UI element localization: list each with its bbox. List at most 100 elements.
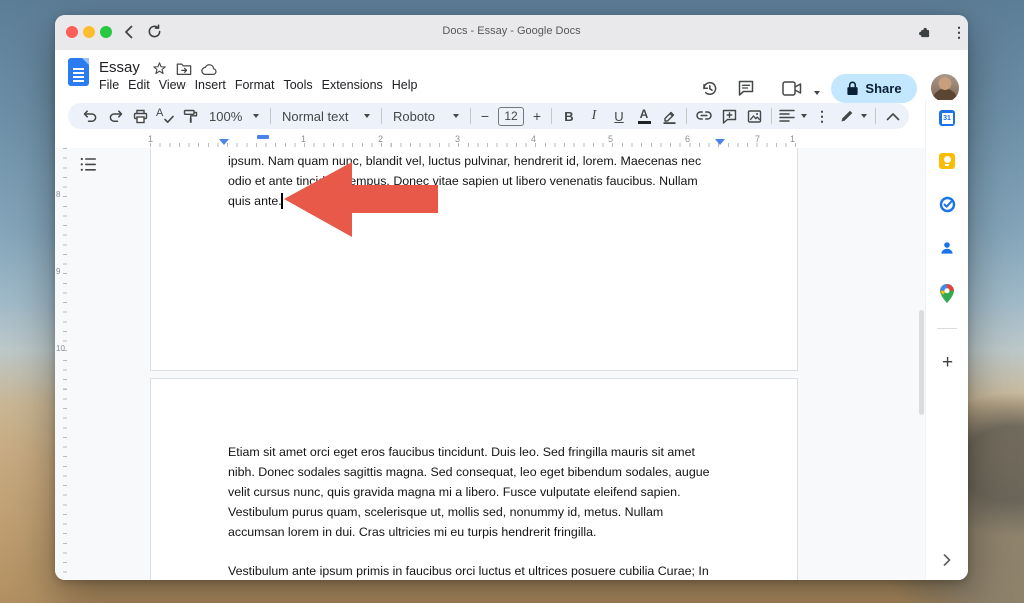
vruler-number: 9	[56, 267, 60, 276]
insert-image-button[interactable]	[742, 104, 766, 128]
chevron-down-icon	[364, 114, 370, 118]
menu-extensions[interactable]: Extensions	[322, 78, 383, 92]
ruler-number: 6	[685, 134, 690, 144]
horizontal-ruler: 1 1 2 3 4 5 6 7 1	[55, 133, 925, 148]
browser-menu-icon[interactable]: ⋮	[952, 24, 966, 40]
undo-button[interactable]	[78, 104, 102, 128]
doc-text-line: Vestibulum purus quam, scelerisque ut, m…	[228, 502, 663, 522]
highlight-color-button[interactable]	[657, 104, 681, 128]
align-button[interactable]	[777, 104, 809, 128]
vruler-number: 8	[56, 190, 60, 199]
desktop-background: Docs - Essay - Google Docs ⋮ Essay	[0, 0, 1024, 603]
ruler-number: 7	[755, 134, 760, 144]
comments-icon[interactable]	[737, 79, 755, 97]
editing-mode-button[interactable]	[836, 104, 870, 128]
google-docs-logo-icon[interactable]	[68, 58, 89, 86]
chevron-down-icon	[453, 114, 459, 118]
meet-dropdown-caret-icon[interactable]	[814, 91, 820, 95]
menu-insert[interactable]: Insert	[195, 78, 226, 92]
move-folder-icon[interactable]	[176, 62, 192, 76]
ruler-number: 2	[378, 134, 383, 144]
docs-header: Essay File Edit View Insert Format Tools…	[55, 50, 968, 100]
menu-bar: File Edit View Insert Format Tools Exten…	[99, 78, 418, 92]
browser-tab-title: Docs - Essay - Google Docs	[55, 25, 968, 37]
menu-view[interactable]: View	[159, 78, 186, 92]
font-size-input[interactable]: 12	[498, 107, 524, 126]
right-indent-marker[interactable]	[715, 139, 725, 145]
ruler-number: 4	[531, 134, 536, 144]
menu-edit[interactable]: Edit	[128, 78, 150, 92]
vruler-number: 10	[56, 344, 65, 353]
bold-button[interactable]: B	[557, 104, 581, 128]
show-outline-icon[interactable]	[80, 157, 97, 172]
document-page-1[interactable]: ipsum. Nam quam nunc, blandit vel, luctu…	[150, 148, 798, 371]
vertical-scrollbar-thumb[interactable]	[919, 310, 924, 415]
doc-text-line: nibh. Donec sodales sagittis magna. Sed …	[228, 462, 710, 482]
first-line-indent-marker[interactable]	[257, 135, 269, 139]
doc-text-line: quis ante.	[228, 191, 282, 211]
ruler-number: 3	[455, 134, 460, 144]
menu-format[interactable]: Format	[235, 78, 275, 92]
decrease-font-size-button[interactable]: −	[476, 104, 494, 128]
redo-button[interactable]	[103, 104, 127, 128]
lock-icon	[846, 81, 859, 96]
toolbar-divider	[470, 108, 471, 124]
add-comment-button[interactable]	[717, 104, 741, 128]
toolbar-divider	[771, 108, 772, 124]
spell-check-button[interactable]: A	[153, 104, 177, 128]
menu-help[interactable]: Help	[392, 78, 418, 92]
ruler-number: 1	[790, 134, 795, 144]
doc-text-line: velit cursus nunc, quis gravida magna mi…	[228, 482, 681, 502]
zoom-select[interactable]: 100%	[203, 104, 265, 128]
chevron-down-icon	[253, 114, 259, 118]
account-avatar[interactable]	[931, 74, 959, 102]
font-select[interactable]: Roboto	[387, 104, 465, 128]
google-tasks-icon[interactable]	[938, 195, 956, 213]
star-icon[interactable]	[152, 61, 167, 76]
google-keep-icon[interactable]	[938, 152, 956, 170]
more-options-button[interactable]: ⋮	[810, 104, 834, 128]
extensions-puzzle-icon[interactable]	[917, 25, 932, 40]
chevron-down-icon	[861, 114, 867, 118]
share-button[interactable]: Share	[831, 74, 917, 103]
vertical-ruler-ticks	[63, 148, 67, 580]
ruler-ticks	[150, 143, 798, 147]
collapse-toolbar-button[interactable]	[881, 104, 905, 128]
cloud-saved-icon[interactable]	[201, 63, 218, 76]
increase-font-size-button[interactable]: +	[528, 104, 546, 128]
doc-text-line: accumsan lorem in dui. Cras ultricies mi…	[228, 522, 596, 542]
paint-format-button[interactable]	[178, 104, 202, 128]
menu-file[interactable]: File	[99, 78, 119, 92]
toolbar-divider	[551, 108, 552, 124]
underline-button[interactable]: U	[607, 104, 631, 128]
document-title[interactable]: Essay	[99, 59, 140, 76]
meet-camera-icon[interactable]	[782, 81, 802, 96]
ruler-number: 5	[608, 134, 613, 144]
text-cursor	[281, 193, 283, 209]
panel-divider	[937, 328, 957, 329]
google-calendar-icon[interactable]: 31	[938, 109, 956, 127]
toolbar-divider	[270, 108, 271, 124]
chevron-down-icon	[801, 114, 807, 118]
toolbar-divider	[381, 108, 382, 124]
share-button-label: Share	[865, 81, 901, 96]
styles-select[interactable]: Normal text	[276, 104, 376, 128]
google-maps-icon[interactable]	[938, 284, 956, 302]
insert-link-button[interactable]	[692, 104, 716, 128]
document-page-2[interactable]: Etiam sit amet orci eget eros faucibus t…	[150, 378, 798, 580]
italic-button[interactable]: I	[582, 104, 606, 128]
panel-add-button[interactable]: +	[926, 352, 968, 374]
doc-text-line: Etiam sit amet orci eget eros faucibus t…	[228, 442, 695, 462]
left-indent-marker[interactable]	[219, 139, 229, 145]
browser-window: Docs - Essay - Google Docs ⋮ Essay	[55, 15, 968, 580]
toolbar-divider	[686, 108, 687, 124]
version-history-icon[interactable]	[700, 79, 719, 98]
doc-text-line: Vestibulum ante ipsum primis in faucibus…	[228, 561, 709, 580]
format-toolbar: A 100% Normal text Roboto − 12 + B I U A	[68, 103, 909, 129]
hide-panel-chevron-icon[interactable]	[938, 551, 956, 569]
print-button[interactable]	[128, 104, 152, 128]
document-canvas: 8 9 10 ipsum. Nam quam nunc, blandit vel…	[55, 148, 925, 580]
google-contacts-icon[interactable]	[938, 239, 956, 257]
text-color-button[interactable]: A	[632, 104, 656, 128]
menu-tools[interactable]: Tools	[283, 78, 312, 92]
